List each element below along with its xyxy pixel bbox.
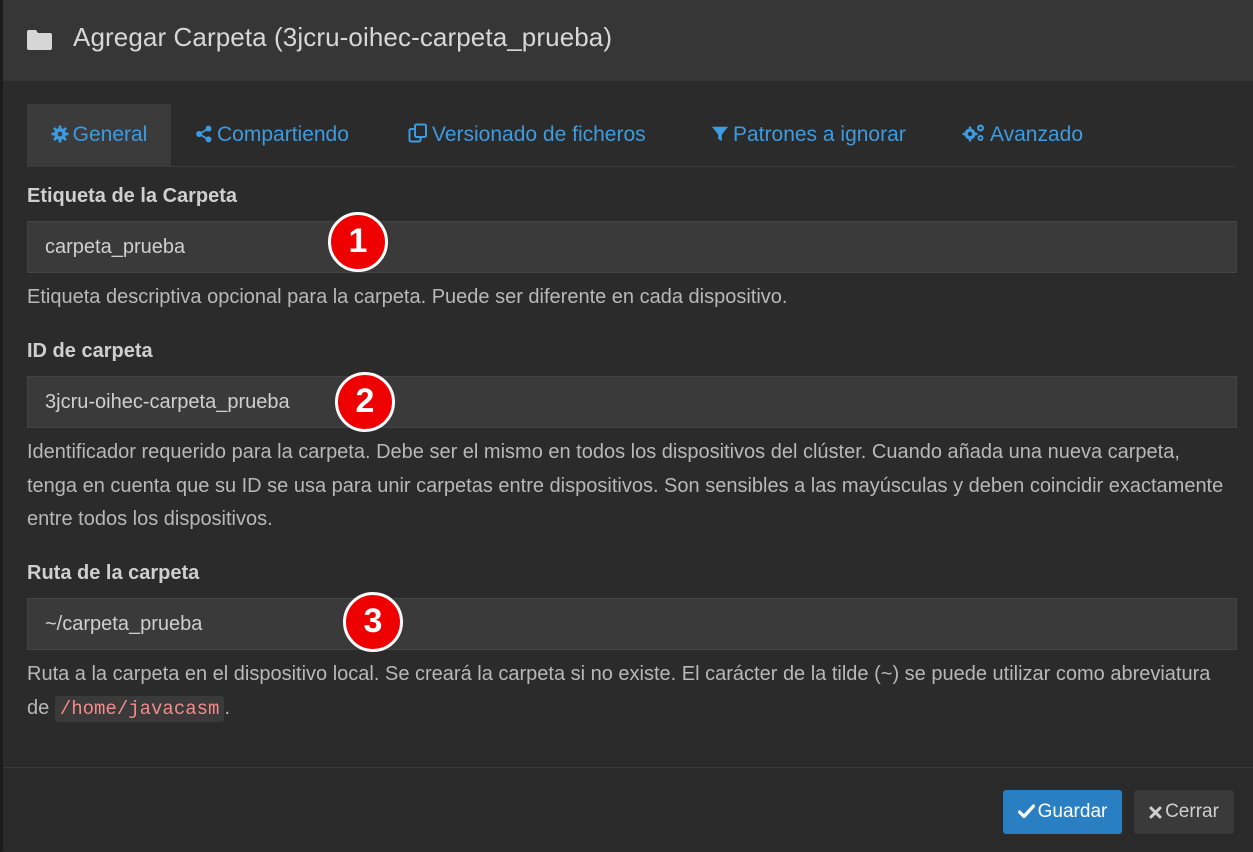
cogs-icon (962, 124, 984, 142)
folder-path-help: Ruta a la carpeta en el dispositivo loca… (27, 658, 1232, 726)
save-button-label: Guardar (1037, 801, 1108, 822)
dialog-footer: Guardar Cerrar (3, 767, 1253, 852)
save-button[interactable]: Guardar (1003, 790, 1122, 834)
folder-id-title: ID de carpeta (27, 340, 153, 362)
folder-id-help: Identificador requerido para la carpeta.… (27, 441, 1224, 530)
folder-label-input[interactable]: carpeta_prueba (27, 221, 1237, 273)
share-icon (196, 125, 212, 143)
annotation-marker-3: 3 (343, 592, 403, 652)
tab-advanced-label: Avanzado (990, 123, 1084, 146)
tab-versioning[interactable]: Versionado de ficheros (408, 104, 646, 166)
tab-sharing-label: Compartiendo (217, 123, 349, 146)
dialog-header: Agregar Carpeta (3jcru-oihec-carpeta_pru… (3, 0, 1253, 82)
tab-versioning-label: Versionado de ficheros (432, 123, 646, 146)
tab-ignore-patterns-label: Patrones a ignorar (733, 123, 906, 146)
annotation-marker-2: 2 (335, 372, 395, 432)
check-icon (1017, 804, 1035, 819)
folder-id-input[interactable]: 3jcru-oihec-carpeta_prueba (27, 376, 1237, 428)
dialog-title: Agregar Carpeta (3jcru-oihec-carpeta_pru… (73, 22, 613, 52)
add-folder-dialog: Agregar Carpeta (3jcru-oihec-carpeta_pru… (0, 0, 1253, 852)
annotation-marker-1: 1 (328, 212, 388, 272)
tab-sharing[interactable]: Compartiendo (195, 104, 349, 166)
copy-icon (408, 123, 427, 143)
folder-path-help-end: . (224, 696, 231, 719)
close-icon (1149, 806, 1162, 819)
close-button[interactable]: Cerrar (1134, 790, 1234, 834)
tab-advanced[interactable]: Avanzado (962, 104, 1083, 166)
folder-label-help: Etiqueta descriptiva opcional para la ca… (27, 286, 788, 308)
folder-path-input[interactable]: ~/carpeta_prueba (27, 598, 1237, 650)
tab-general-label: General (72, 123, 148, 146)
tab-ignore-patterns[interactable]: Patrones a ignorar (711, 104, 906, 166)
gear-icon (51, 125, 69, 143)
folder-path-title: Ruta de la carpeta (27, 562, 200, 584)
filter-icon (711, 126, 729, 142)
folder-label-title: Etiqueta de la Carpeta (27, 185, 238, 207)
close-button-label: Cerrar (1165, 801, 1219, 822)
tab-general[interactable]: General (27, 104, 171, 166)
folder-icon (27, 30, 52, 50)
tab-bar: General Compartiendo Versionado de fiche… (27, 104, 1236, 167)
home-path-code: /home/javacasm (54, 695, 225, 722)
